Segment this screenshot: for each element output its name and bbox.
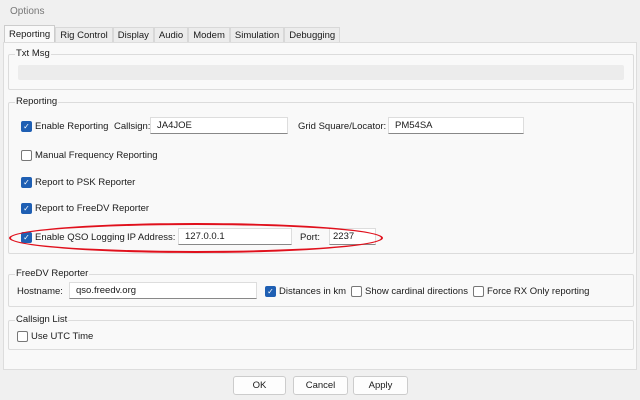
txt-msg-input[interactable] [18,65,624,80]
tab-bar: Reporting Rig Control Display Audio Mode… [4,25,341,43]
callsign-input[interactable]: JA4JOE [150,117,288,134]
tab-simulation[interactable]: Simulation [229,27,285,43]
checkbox-icon [17,331,28,342]
psk-reporter-checkbox[interactable]: ✓ Report to PSK Reporter [21,177,135,188]
check-icon: ✓ [21,203,32,214]
cardinal-directions-checkbox[interactable]: Show cardinal directions [351,286,468,297]
callsign-list-group: Callsign List [8,314,634,350]
checkbox-label: Report to PSK Reporter [35,177,136,188]
check-icon: ✓ [21,121,32,132]
hostname-input[interactable]: qso.freedv.org [69,282,257,299]
highlight-ellipse [9,223,383,253]
utc-time-checkbox[interactable]: Use UTC Time [17,331,93,342]
tab-audio[interactable]: Audio [153,27,189,43]
group-label: Txt Msg [15,48,51,59]
checkbox-label: Distances in km [279,286,347,297]
tab-debugging[interactable]: Debugging [284,27,341,43]
tab-reporting[interactable]: Reporting [4,25,56,43]
check-icon: ✓ [21,177,32,188]
enable-reporting-checkbox[interactable]: ✓ Enable Reporting [21,121,108,132]
checkbox-label: Use UTC Time [31,331,94,342]
check-icon: ✓ [265,286,276,297]
checkbox-label: Report to FreeDV Reporter [35,203,150,214]
group-label: Callsign List [15,314,69,325]
group-label: FreeDV Reporter [15,268,90,279]
checkbox-label: Force RX Only reporting [487,286,590,297]
group-label: Reporting [15,96,59,107]
window-title: Options [10,6,45,17]
freedv-reporter-checkbox[interactable]: ✓ Report to FreeDV Reporter [21,203,149,214]
tab-modem[interactable]: Modem [188,27,230,43]
tab-rig-control[interactable]: Rig Control [55,27,113,43]
checkbox-label: Show cardinal directions [365,286,468,297]
checkbox-label: Manual Frequency Reporting [35,150,158,161]
grid-input[interactable]: PM54SA [388,117,524,134]
callsign-label: Callsign: [114,121,151,132]
cancel-button[interactable]: Cancel [293,376,348,395]
txt-msg-group: Txt Msg [8,48,634,90]
checkbox-icon [473,286,484,297]
checkbox-icon [21,150,32,161]
grid-label: Grid Square/Locator: [298,121,387,132]
ok-button[interactable]: OK [233,376,286,395]
manual-frequency-checkbox[interactable]: Manual Frequency Reporting [21,150,158,161]
tab-display[interactable]: Display [112,27,154,43]
distances-km-checkbox[interactable]: ✓ Distances in km [265,286,346,297]
checkbox-icon [351,286,362,297]
checkbox-label: Enable Reporting [35,121,109,132]
force-rx-checkbox[interactable]: Force RX Only reporting [473,286,589,297]
hostname-label: Hostname: [17,286,63,297]
apply-button[interactable]: Apply [353,376,408,395]
